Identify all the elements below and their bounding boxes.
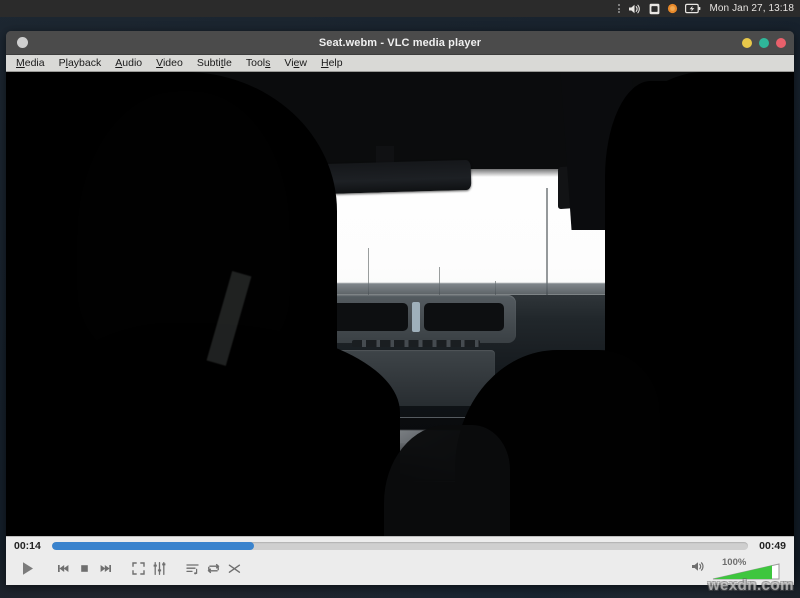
dots-menu-icon[interactable] [618, 2, 621, 15]
playlist-button-group [182, 558, 245, 579]
playback-button-group [53, 558, 116, 579]
window-controls [742, 38, 786, 48]
menu-bar: Media Playback Audio Video Subtitle Tool… [6, 55, 794, 72]
player-controls: 00:14 00:49 [6, 536, 794, 585]
video-frame [6, 72, 794, 536]
menu-playback[interactable]: Playback [59, 58, 102, 69]
previous-button[interactable] [53, 558, 74, 579]
window-menu-icon[interactable] [17, 37, 28, 48]
menu-video[interactable]: Video [156, 58, 183, 69]
passenger-headrest [605, 81, 739, 322]
air-vent-right [424, 303, 504, 331]
menu-tools[interactable]: Tools [246, 58, 271, 69]
window-titlebar[interactable]: Seat.webm - VLC media player [6, 31, 794, 55]
battery-icon[interactable] [685, 2, 701, 15]
storage-icon[interactable] [649, 2, 660, 15]
elapsed-time-label: 00:14 [14, 540, 44, 552]
speaker-icon[interactable] [691, 560, 706, 582]
video-display-area[interactable] [6, 72, 794, 536]
menu-media[interactable]: Media [16, 58, 45, 69]
random-button[interactable] [224, 558, 245, 579]
stop-button[interactable] [74, 558, 95, 579]
clock-label[interactable]: Mon Jan 27, 13:18 [708, 3, 794, 14]
playlist-button[interactable] [182, 558, 203, 579]
menu-view[interactable]: View [284, 58, 307, 69]
system-tray: Mon Jan 27, 13:18 [618, 2, 800, 15]
climate-buttons [352, 340, 480, 347]
close-button[interactable] [776, 38, 786, 48]
desktop: Mon Jan 27, 13:18 Seat.webm - VLC media … [0, 0, 800, 598]
fullscreen-button[interactable] [128, 558, 149, 579]
seek-slider[interactable] [52, 542, 748, 550]
air-vent-left [327, 303, 407, 331]
volume-icon[interactable] [628, 2, 642, 15]
next-button[interactable] [95, 558, 116, 579]
volume-zone: 100% [691, 555, 786, 582]
seek-progress-fill [52, 542, 254, 550]
maximize-button[interactable] [759, 38, 769, 48]
seek-row: 00:14 00:49 [6, 537, 794, 555]
loop-button[interactable] [203, 558, 224, 579]
volume-label: 100% [722, 557, 746, 568]
update-icon[interactable] [667, 2, 678, 15]
menu-help[interactable]: Help [321, 58, 343, 69]
volume-slider[interactable]: 100% [710, 558, 782, 582]
play-button[interactable] [14, 556, 41, 581]
vent-knob [412, 302, 420, 332]
view-button-group [128, 558, 170, 579]
system-top-panel: Mon Jan 27, 13:18 [0, 0, 800, 17]
air-vent-panel [315, 295, 516, 343]
driver-head-silhouette [77, 91, 290, 360]
menu-audio[interactable]: Audio [115, 58, 142, 69]
total-time-label: 00:49 [756, 540, 786, 552]
extended-settings-button[interactable] [149, 558, 170, 579]
transport-buttons-row: 100% [6, 555, 794, 585]
menu-subtitle[interactable]: Subtitle [197, 58, 232, 69]
minimize-button[interactable] [742, 38, 752, 48]
window-title: Seat.webm - VLC media player [6, 37, 794, 49]
vlc-window: Seat.webm - VLC media player Media Playb… [6, 31, 794, 585]
rear-view-mirror [321, 160, 472, 194]
